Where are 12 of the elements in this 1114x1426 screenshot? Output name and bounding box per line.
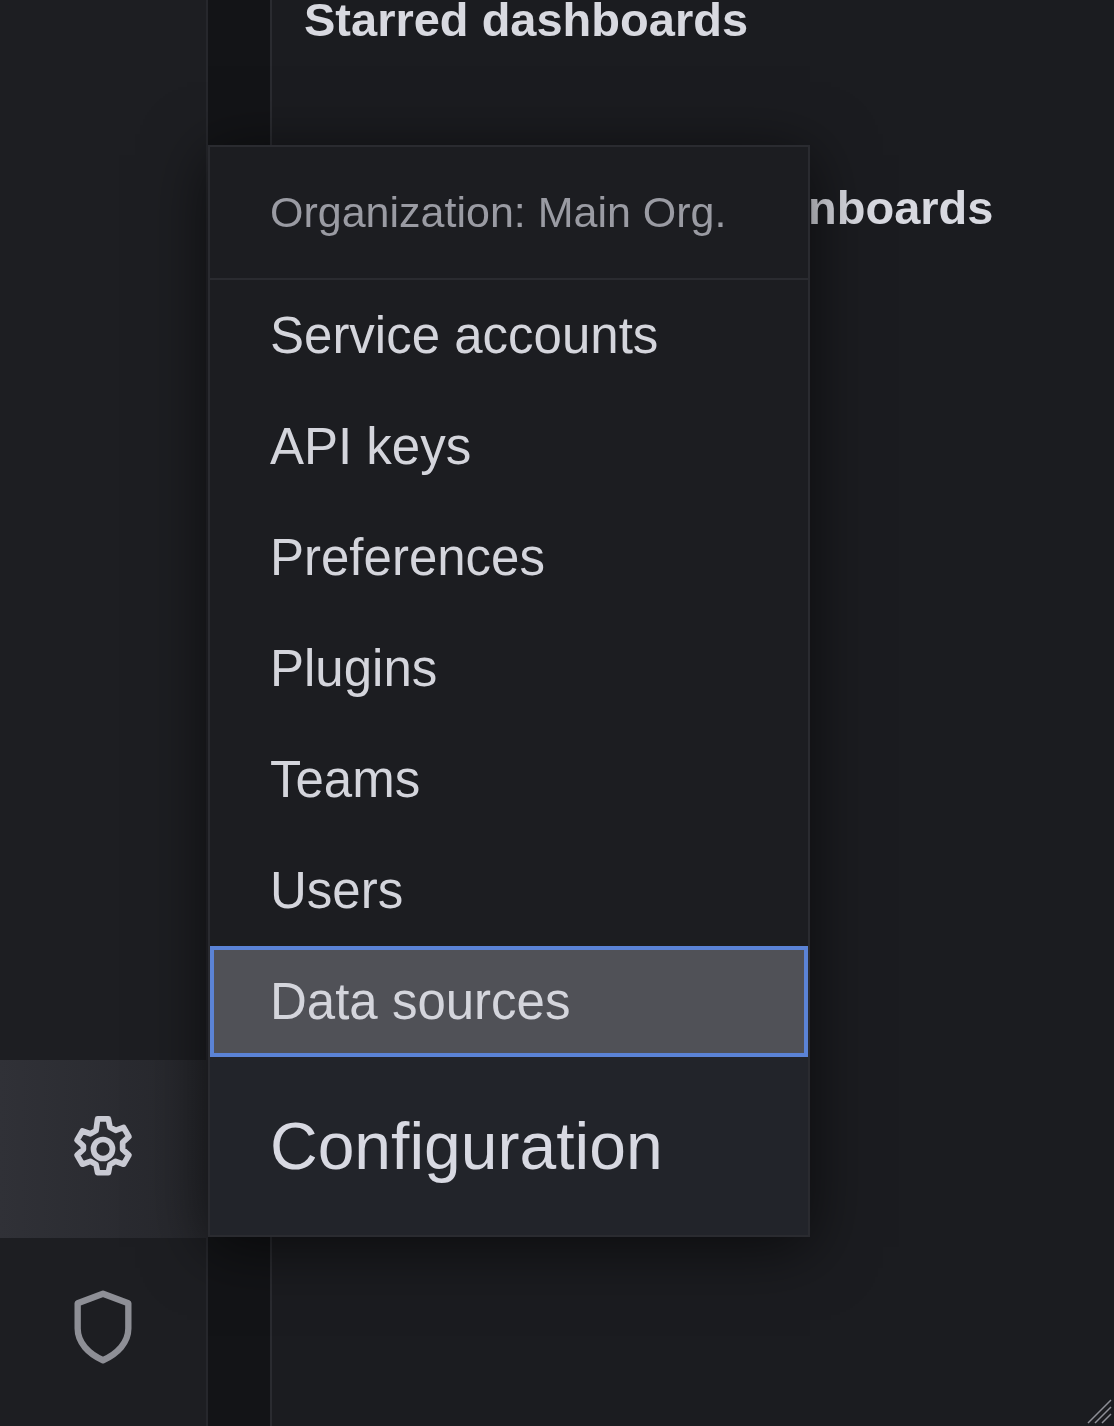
settings-button[interactable] bbox=[0, 1060, 206, 1238]
menu-header: Organization: Main Org. bbox=[210, 147, 808, 280]
menu-item[interactable]: Service accounts bbox=[210, 280, 808, 391]
menu-item[interactable]: Users bbox=[210, 835, 808, 946]
menu-item[interactable]: Teams bbox=[210, 724, 808, 835]
menu-item[interactable]: Data sources bbox=[210, 946, 808, 1057]
section-heading: nboards bbox=[808, 181, 994, 234]
menu-item[interactable]: API keys bbox=[210, 391, 808, 502]
menu-item[interactable]: Plugins bbox=[210, 613, 808, 724]
section-heading: Starred dashboards bbox=[304, 0, 749, 46]
menu-item[interactable]: Preferences bbox=[210, 502, 808, 613]
menu-title[interactable]: Configuration bbox=[210, 1057, 808, 1235]
